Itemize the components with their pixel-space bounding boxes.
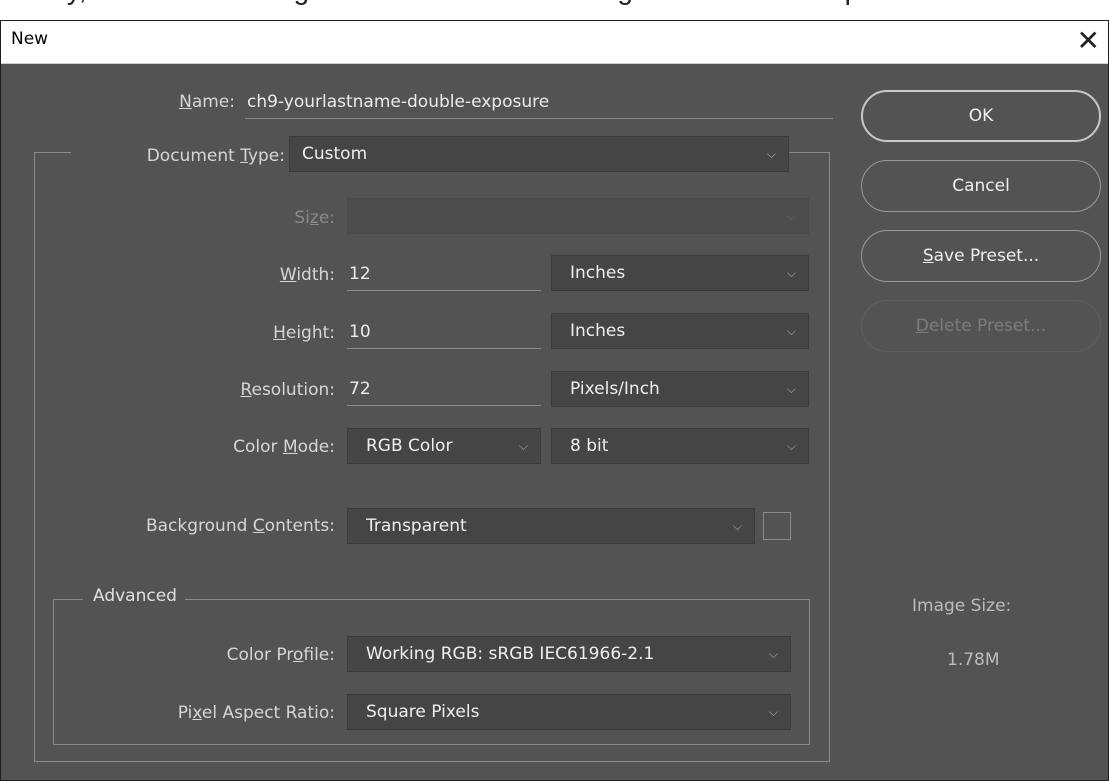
color-profile-select[interactable]: Working RGB: sRGB IEC61966-2.1 ⌵ <box>347 636 791 672</box>
chevron-down-icon: ⌵ <box>786 266 796 280</box>
width-unit-select[interactable]: Inches ⌵ <box>551 255 809 291</box>
size-select[interactable]: ⌵ <box>347 198 809 234</box>
save-preset-button[interactable]: Save Preset... <box>861 230 1101 282</box>
document-type-label: Document Type: <box>71 146 289 166</box>
pixel-aspect-ratio-label: Pixel Aspect Ratio: <box>177 703 335 723</box>
size-label: Size: <box>294 208 335 228</box>
width-label: Width: <box>279 265 335 285</box>
name-field[interactable]: ch9-yourlastname-double-exposure <box>245 85 833 119</box>
height-label: Height: <box>273 323 335 343</box>
background-contents-select[interactable]: Transparent ⌵ <box>347 508 755 544</box>
background-color-swatch[interactable] <box>763 512 791 540</box>
pixel-aspect-ratio-select[interactable]: Square Pixels ⌵ <box>347 694 791 730</box>
chevron-down-icon: ⌵ <box>766 147 776 161</box>
chevron-down-icon: ⌵ <box>768 705 778 719</box>
height-field[interactable]: 10 <box>347 315 541 349</box>
chevron-down-icon: ⌵ <box>786 209 796 223</box>
chevron-down-icon: ⌵ <box>768 647 778 661</box>
color-mode-select[interactable]: RGB Color ⌵ <box>347 428 541 464</box>
height-unit-select[interactable]: Inches ⌵ <box>551 313 809 349</box>
chevron-down-icon: ⌵ <box>518 439 528 453</box>
color-mode-label: Color Mode: <box>233 437 335 457</box>
ok-button[interactable]: OK <box>861 90 1101 142</box>
resolution-field[interactable]: 72 <box>347 372 541 406</box>
name-label: Name: <box>179 92 235 112</box>
color-profile-label: Color Profile: <box>226 645 335 665</box>
close-icon[interactable]: ✕ <box>1077 23 1100 59</box>
chevron-down-icon: ⌵ <box>786 324 796 338</box>
delete-preset-button[interactable]: Delete Preset... <box>861 300 1101 352</box>
chevron-down-icon: ⌵ <box>786 439 796 453</box>
page-caption: Finally, in the New dialog box as shown … <box>0 0 1109 14</box>
cancel-button[interactable]: Cancel <box>861 160 1101 212</box>
bit-depth-select[interactable]: 8 bit ⌵ <box>551 428 809 464</box>
advanced-title: Advanced <box>83 586 185 606</box>
width-field[interactable]: 12 <box>347 257 541 291</box>
resolution-unit-select[interactable]: Pixels/Inch ⌵ <box>551 371 809 407</box>
image-size-value: 1.78M <box>947 650 1000 670</box>
background-contents-label: Background Contents: <box>145 516 335 536</box>
chevron-down-icon: ⌵ <box>732 519 742 533</box>
new-document-dialog: New ✕ Name: ch9-yourlastname-double-expo… <box>0 20 1109 781</box>
chevron-down-icon: ⌵ <box>786 382 796 396</box>
dialog-titlebar: New ✕ <box>1 21 1108 64</box>
resolution-label: Resolution: <box>240 380 335 400</box>
document-type-select[interactable]: Custom ⌵ <box>289 136 789 172</box>
image-size-label: Image Size: <box>912 596 1012 616</box>
dialog-title: New <box>11 29 49 49</box>
